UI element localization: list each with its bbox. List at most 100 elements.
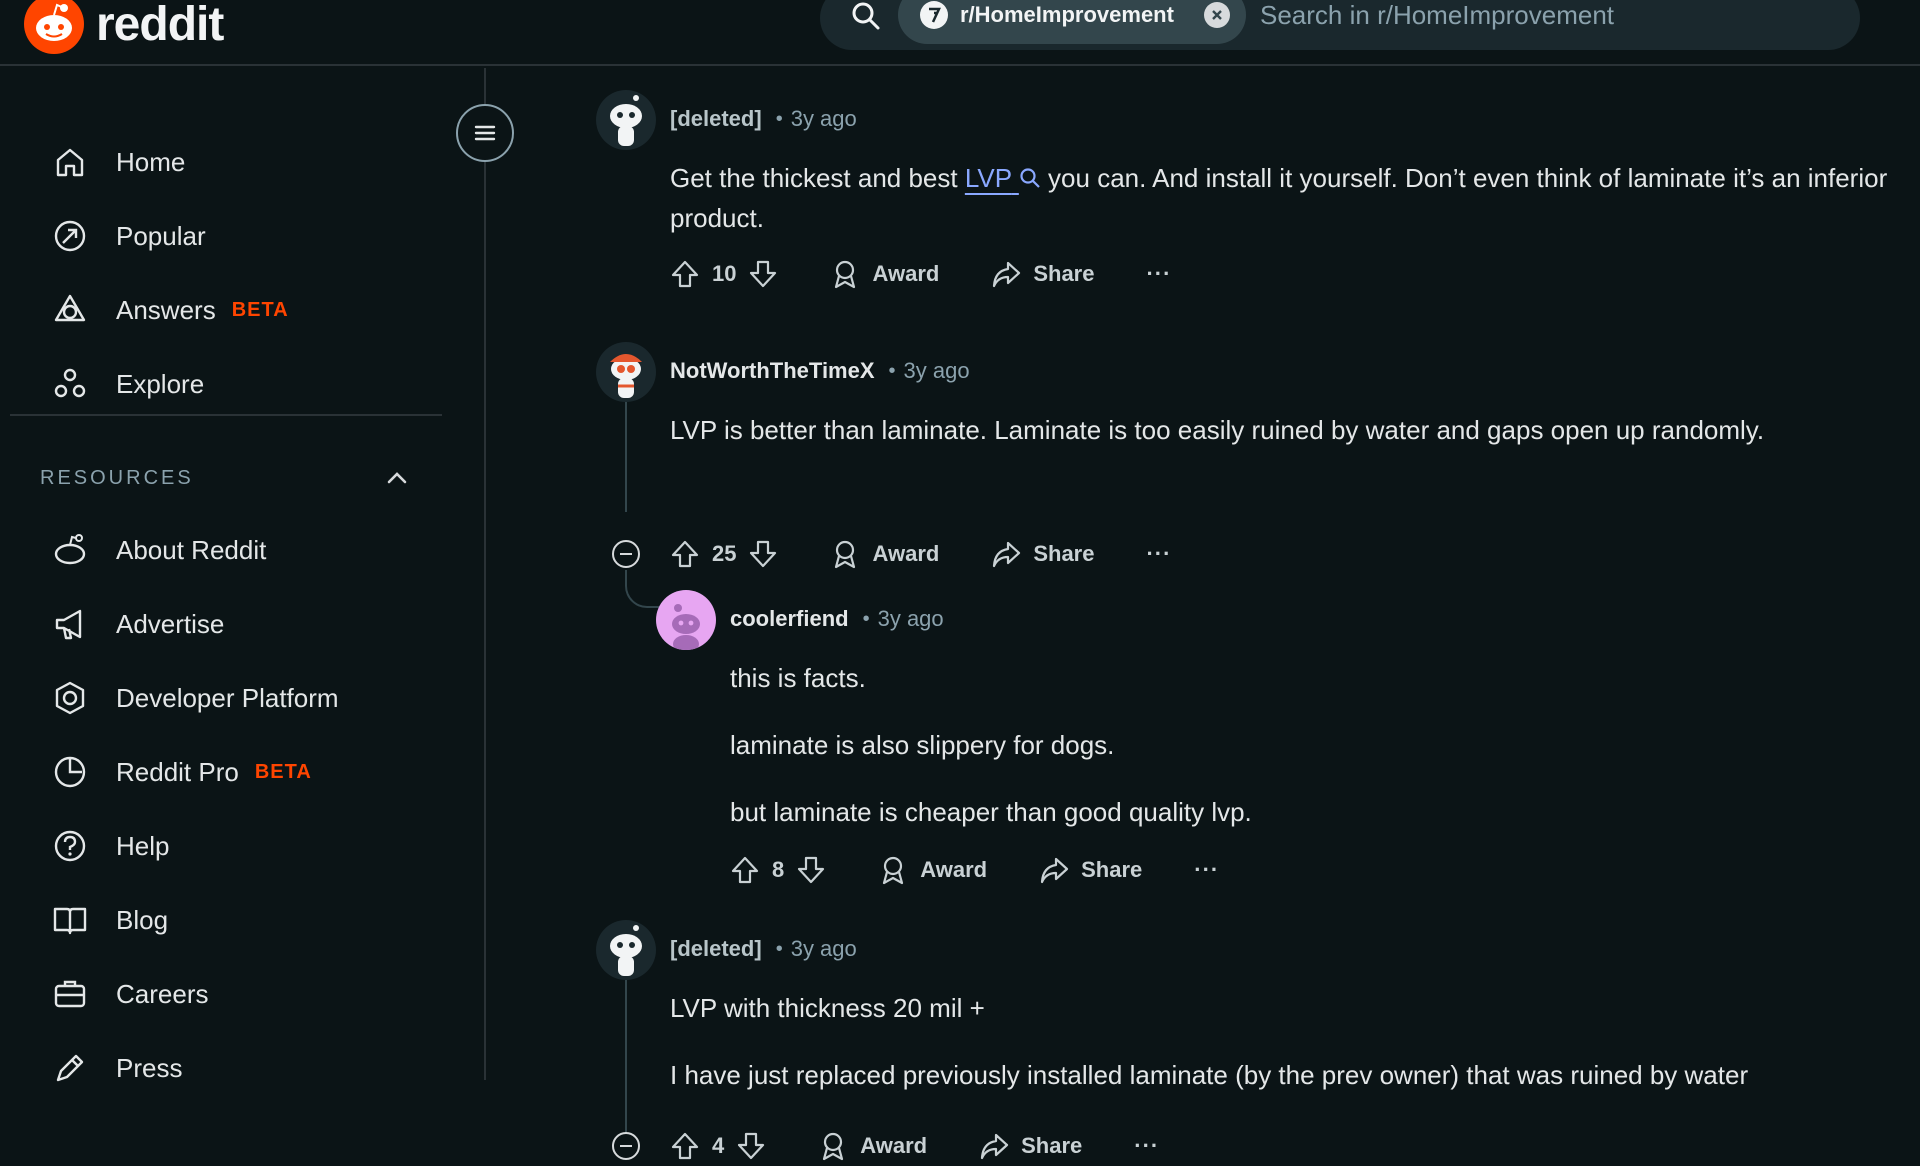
- award-label: Award: [920, 857, 988, 882]
- sidebar-item-answers[interactable]: Answers BETA: [52, 280, 289, 340]
- sidebar-item-label: Popular: [116, 220, 206, 251]
- subreddit-icon: [920, 1, 948, 29]
- sidebar-item-label: Advertise: [116, 608, 225, 639]
- snoo-avatar-icon: [610, 95, 642, 146]
- vote-count: 10: [712, 261, 737, 286]
- more-options-button[interactable]: ···: [1134, 1133, 1159, 1159]
- award-button[interactable]: Award: [830, 539, 939, 569]
- sidebar-item-label: Home: [116, 146, 186, 177]
- comment-header: coolerfiend • 3y ago: [730, 606, 944, 632]
- award-button[interactable]: Award: [878, 855, 987, 885]
- separator-dot: •: [775, 937, 783, 960]
- sidebar-item-label: Help: [116, 830, 170, 861]
- search-bar[interactable]: r/HomeImprovement: [820, 0, 1860, 50]
- sidebar-item-help[interactable]: Help: [52, 816, 169, 876]
- comment-timestamp[interactable]: 3y ago: [791, 106, 857, 132]
- beta-badge: BETA: [231, 298, 289, 321]
- share-button[interactable]: Share: [991, 259, 1094, 289]
- share-button[interactable]: Share: [991, 539, 1094, 569]
- avatar[interactable]: [656, 590, 716, 650]
- more-options-button[interactable]: ···: [1146, 541, 1171, 567]
- sidebar-item-advertise[interactable]: Advertise: [52, 594, 224, 654]
- search-term-link[interactable]: LVP: [965, 163, 1041, 193]
- comment-header: [deleted] • 3y ago: [670, 106, 857, 132]
- avatar[interactable]: [596, 920, 656, 980]
- comment-timestamp[interactable]: 3y ago: [904, 358, 970, 384]
- award-icon: [835, 540, 856, 569]
- upvote-icon[interactable]: [730, 855, 760, 885]
- sidebar-item-label: About Reddit: [116, 534, 267, 565]
- sidebar-item-label: Answers: [116, 294, 216, 325]
- collapse-thread-button[interactable]: [612, 1132, 640, 1160]
- share-button[interactable]: Share: [979, 1131, 1082, 1161]
- search-input[interactable]: [1260, 0, 1820, 44]
- beta-badge: BETA: [254, 760, 312, 783]
- award-icon: [883, 856, 904, 885]
- help-icon: [54, 830, 86, 862]
- resources-heading: RESOURCES: [40, 466, 194, 489]
- downvote-icon[interactable]: [736, 1131, 766, 1161]
- share-icon: [980, 1133, 1009, 1160]
- sidebar-divider: [10, 414, 442, 416]
- comment-author[interactable]: [deleted]: [670, 106, 762, 132]
- reddit-logo[interactable]: reddit: [24, 0, 224, 54]
- vote-count: 8: [772, 857, 785, 882]
- upvote-icon[interactable]: [670, 259, 700, 289]
- sidebar-item-label: Blog: [116, 904, 169, 935]
- upvote-icon[interactable]: [670, 539, 700, 569]
- comment-author[interactable]: coolerfiend: [730, 606, 849, 632]
- sidebar-item-home[interactable]: Home: [52, 132, 185, 192]
- collapse-thread-button[interactable]: [612, 540, 640, 568]
- downvote-icon[interactable]: [796, 855, 826, 885]
- resources-section-toggle[interactable]: RESOURCES: [40, 460, 410, 496]
- award-button[interactable]: Award: [830, 259, 939, 289]
- award-button[interactable]: Award: [818, 1131, 927, 1161]
- comment-body: LVP with thickness 20 mil + I have just …: [670, 988, 1910, 1095]
- community-filter-chip[interactable]: r/HomeImprovement: [898, 0, 1246, 44]
- sidebar-item-reddit-pro[interactable]: Reddit Pro BETA: [52, 742, 312, 802]
- reddit-pro-icon: [54, 756, 86, 788]
- comment-actions: 4 Award Share ···: [670, 1126, 1159, 1166]
- clear-community-icon[interactable]: [1203, 2, 1230, 28]
- upvote-icon[interactable]: [670, 1131, 700, 1161]
- separator-dot: •: [888, 359, 896, 382]
- comment-author[interactable]: NotWorthTheTimeX: [670, 358, 875, 384]
- separator-dot: •: [775, 107, 783, 130]
- comment-paragraph: but laminate is cheaper than good qualit…: [730, 797, 1252, 827]
- vote-count: 25: [712, 541, 737, 566]
- sidebar-item-careers[interactable]: Careers: [52, 964, 208, 1024]
- comment-text: LVP is better than laminate. Laminate is…: [670, 415, 1765, 445]
- answers-icon: [54, 294, 86, 322]
- sidebar-collapse-button[interactable]: [456, 104, 514, 162]
- sidebar-item-blog[interactable]: Blog: [52, 890, 168, 950]
- more-options-button[interactable]: ···: [1194, 857, 1219, 883]
- downvote-icon[interactable]: [748, 539, 778, 569]
- award-icon: [823, 1132, 844, 1161]
- share-label: Share: [1033, 261, 1095, 286]
- comment-body: this is facts. laminate is also slippery…: [730, 658, 1910, 832]
- more-options-button[interactable]: ···: [1146, 261, 1171, 287]
- pen-icon: [56, 1054, 84, 1082]
- share-label: Share: [1021, 1133, 1083, 1158]
- avatar[interactable]: [596, 90, 656, 150]
- sidebar-item-press[interactable]: Press: [52, 1038, 182, 1098]
- sidebar-item-label: Reddit Pro: [116, 756, 239, 787]
- downvote-icon[interactable]: [748, 259, 778, 289]
- reddit-alien-icon: [54, 534, 86, 565]
- reply-connector: [625, 570, 659, 608]
- sidebar-item-developer-platform[interactable]: Developer Platform: [52, 668, 339, 728]
- share-button[interactable]: Share: [1039, 855, 1142, 885]
- award-icon: [835, 260, 856, 289]
- comment-author[interactable]: [deleted]: [670, 936, 762, 962]
- comment-timestamp[interactable]: 3y ago: [791, 936, 857, 962]
- sidebar-item-label: Developer Platform: [116, 682, 339, 713]
- developer-platform-icon: [55, 681, 85, 715]
- sidebar-item-explore[interactable]: Explore: [52, 354, 204, 414]
- sidebar-item-popular[interactable]: Popular: [52, 206, 206, 266]
- sidebar-item-about-reddit[interactable]: About Reddit: [52, 520, 266, 580]
- comment-actions: 8 Award Share ···: [730, 850, 1219, 890]
- avatar[interactable]: [596, 342, 656, 402]
- comment-actions: 25 Award Share ···: [670, 534, 1171, 574]
- search-icon[interactable]: [850, 0, 882, 32]
- comment-timestamp[interactable]: 3y ago: [878, 606, 944, 632]
